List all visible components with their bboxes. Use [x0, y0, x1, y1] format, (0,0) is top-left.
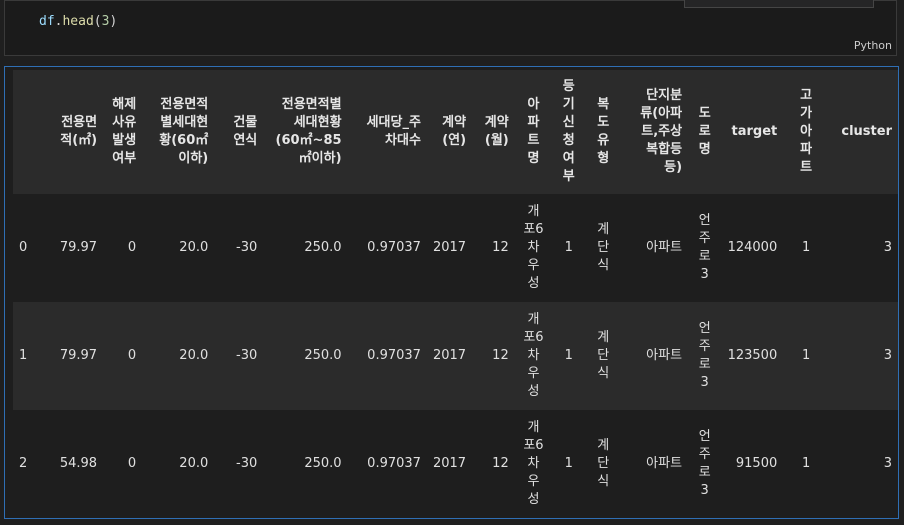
table-cell: 아파트 [646, 348, 683, 363]
table-cell: 계단식 [597, 222, 610, 273]
table-cell: 3 [883, 240, 892, 255]
column-header: 세대당_주 차대수 [366, 115, 421, 148]
table-cell: 1 [564, 456, 573, 471]
table-cell: 3 [883, 456, 892, 471]
table-cell: 12 [492, 348, 509, 363]
table-cell: 0 [127, 456, 137, 471]
table-cell: 언주로3 [698, 213, 711, 282]
column-header: 전용면적 별세대현 황(60㎡ 이하) [159, 97, 209, 166]
column-header: 고가아파트 [800, 88, 813, 175]
language-label[interactable]: Python [854, 39, 892, 52]
table-cell: 0.97037 [367, 456, 421, 471]
table-cell: 언주로3 [698, 429, 711, 498]
code-arg: 3 [101, 14, 110, 29]
row-index: 0 [19, 240, 28, 255]
column-header: 단지분 류(아파 트,주상 복합등 등) [640, 88, 683, 175]
table-row: 0 79.97 0 20.0 -30 250.0 0.97037 2017 12 개 포6 차 우 성 1 계… [13, 194, 898, 302]
table-header-row: 전용면 적(㎡) 해제 사유 발생 여부 전용면적 별세대현 황(60㎡ 이하) 건물 연식 전용면적별… [13, 70, 898, 194]
column-header: 전용면적별 세대현황 (60㎡~85 ㎡이하) [275, 97, 342, 166]
table-cell: 3 [883, 348, 892, 363]
column-header: 계약 (연) [442, 115, 467, 148]
table-cell: 2017 [432, 456, 467, 471]
cell-output: 전용면 적(㎡) 해제 사유 발생 여부 전용면적 별세대현 황(60㎡ 이하) 건물 연식 전용면적별… [4, 66, 899, 519]
table-cell: -30 [236, 240, 258, 255]
column-header: 도로명 [698, 106, 711, 157]
code-cell-input[interactable]: df.head(3) Python [4, 0, 897, 56]
table-cell: 1 [564, 240, 573, 255]
table-cell: 1 [564, 348, 573, 363]
code-line[interactable]: df.head(3) [39, 14, 117, 29]
table-row: 1 79.97 0 20.0 -30 250.0 0.97037 2017 12 개 포6 차 우 성 1 계… [13, 302, 898, 410]
table-cell: 개 포6 차 우 성 [523, 312, 544, 399]
table-cell: 언주로3 [698, 321, 711, 390]
table-cell: 1 [802, 456, 811, 471]
column-header: target [731, 124, 778, 139]
table-cell: 54.98 [59, 456, 98, 471]
table-cell: 0 [127, 240, 137, 255]
table-cell: 1 [802, 348, 811, 363]
table-cell: 계단식 [597, 438, 610, 489]
table-cell: -30 [236, 348, 258, 363]
row-index: 1 [19, 348, 28, 363]
code-method: head [62, 14, 94, 29]
table-cell: 12 [492, 240, 509, 255]
table-cell: 20.0 [179, 348, 209, 363]
column-header: 전용면 적(㎡) [60, 115, 98, 148]
table-cell: 20.0 [179, 456, 209, 471]
table-cell: 0.97037 [367, 240, 421, 255]
table-cell: 12 [492, 456, 509, 471]
column-header: 등기신청여부 [562, 79, 575, 184]
table-cell: 123500 [727, 348, 778, 363]
table-cell: 아파트 [646, 456, 683, 471]
table-cell: 0 [127, 348, 137, 363]
column-header: 복도유형 [597, 97, 610, 166]
table-cell: 250.0 [304, 240, 342, 255]
table-cell: 1 [802, 240, 811, 255]
cell-toolbar[interactable] [684, 0, 874, 8]
column-header: cluster [841, 124, 892, 139]
table-cell: 79.97 [59, 240, 98, 255]
table-cell: 아파트 [646, 240, 683, 255]
table-cell: 개 포6 차 우 성 [523, 420, 544, 507]
table-cell: 250.0 [304, 456, 342, 471]
column-header: 아파트명 [527, 97, 540, 166]
table-cell: 20.0 [179, 240, 209, 255]
column-header: 건물 연식 [233, 115, 258, 148]
table-cell: -30 [236, 456, 258, 471]
table-cell: 250.0 [304, 348, 342, 363]
dataframe-table: 전용면 적(㎡) 해제 사유 발생 여부 전용면적 별세대현 황(60㎡ 이하) 건물 연식 전용면적별… [13, 70, 898, 518]
table-cell: 2017 [432, 240, 467, 255]
table-cell: 개 포6 차 우 성 [523, 204, 544, 291]
column-header: 해제 사유 발생 여부 [112, 97, 137, 166]
table-cell: 124000 [727, 240, 778, 255]
code-object: df [39, 14, 55, 29]
table-cell: 2017 [432, 348, 467, 363]
table-cell: 79.97 [59, 348, 98, 363]
index-header [13, 70, 43, 194]
row-index: 2 [19, 456, 28, 471]
column-header: 계약 (월) [484, 115, 509, 148]
table-cell: 91500 [735, 456, 778, 471]
table-row: 2 54.98 0 20.0 -30 250.0 0.97037 2017 12 개 포6 차 우 성 1 계… [13, 410, 898, 518]
table-cell: 계단식 [597, 330, 610, 381]
table-cell: 0.97037 [367, 348, 421, 363]
